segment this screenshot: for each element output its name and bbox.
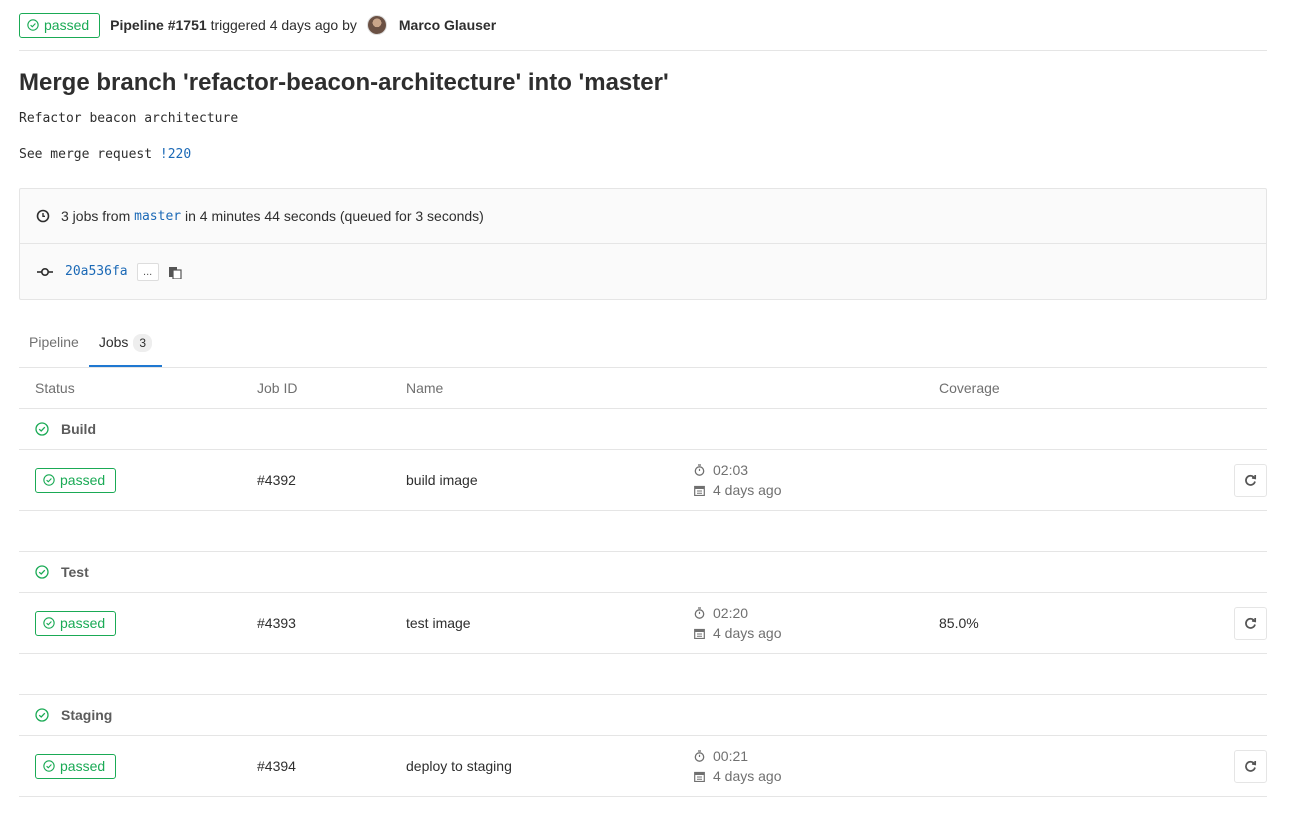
stage-row: Staging <box>19 695 1267 736</box>
commit-title: Merge branch 'refactor-beacon-architectu… <box>19 69 669 96</box>
check-circle-icon <box>35 565 49 579</box>
job-name: test image <box>406 615 471 631</box>
timer-icon <box>694 464 705 476</box>
job-finished: 4 days ago <box>713 768 782 784</box>
stage-test: Test passed #4393 test image 02:20 4 day… <box>19 552 1267 695</box>
calendar-icon <box>694 771 705 782</box>
copy-sha-button[interactable] <box>168 265 193 279</box>
tab-pipeline[interactable]: Pipeline <box>19 328 89 367</box>
clipboard-icon <box>168 266 182 279</box>
pipeline-header: passed Pipeline #1751 triggered 4 days a… <box>19 0 1267 51</box>
retry-button[interactable] <box>1234 749 1267 783</box>
retry-button[interactable] <box>1234 463 1267 497</box>
job-status-badge[interactable]: passed <box>35 610 117 636</box>
job-finished: 4 days ago <box>713 625 782 641</box>
check-circle-icon <box>43 474 55 486</box>
see-mr-text: See merge request <box>19 147 153 162</box>
table-row: passed #4392 build image 02:03 4 days ag… <box>19 450 1267 511</box>
commit-description: Refactor beacon architecture <box>19 111 239 126</box>
clock-icon <box>36 209 50 223</box>
job-id-link[interactable]: #4394 <box>257 758 406 774</box>
job-id-link[interactable]: #4393 <box>257 615 406 631</box>
header-name: Name <box>406 380 444 396</box>
jobs-table-header: Status Job ID Name Coverage <box>19 368 1267 409</box>
commit-icon <box>37 267 53 276</box>
job-timing: 02:20 4 days ago <box>694 603 939 643</box>
author-name[interactable]: Marco Glauser <box>399 17 496 33</box>
timer-icon <box>694 750 705 762</box>
pipeline-status-label: passed <box>44 17 90 33</box>
stage-row: Test <box>19 552 1267 593</box>
duration-text: in 4 minutes 44 seconds (queued for 3 se… <box>185 208 484 224</box>
stage-name: Build <box>61 421 96 437</box>
timer-icon <box>694 607 705 619</box>
retry-icon <box>1245 760 1257 772</box>
pipeline-status-badge[interactable]: passed <box>19 12 101 38</box>
triggered-text: triggered 4 days ago by <box>210 17 357 33</box>
check-circle-icon <box>27 19 39 31</box>
header-status: Status <box>35 380 75 396</box>
job-id-link[interactable]: #4392 <box>257 472 406 488</box>
job-timing: 00:21 4 days ago <box>694 746 939 786</box>
check-circle-icon <box>35 422 49 436</box>
job-duration: 02:03 <box>713 462 749 478</box>
calendar-icon <box>694 485 705 496</box>
jobs-count-badge: 3 <box>133 334 153 352</box>
calendar-icon <box>694 628 705 639</box>
stage-staging: Staging passed #4394 deploy to staging 0… <box>19 695 1267 797</box>
table-row: passed #4393 test image 02:20 4 days ago… <box>19 593 1267 654</box>
commit-sha-row: 20a536fa ... <box>20 243 1266 299</box>
job-status-badge[interactable]: passed <box>35 753 117 779</box>
job-name: deploy to staging <box>406 758 512 774</box>
stage-name: Staging <box>61 707 113 723</box>
table-row: passed #4394 deploy to staging 00:21 4 d… <box>19 736 1267 797</box>
check-circle-icon <box>43 617 55 629</box>
jobs-count-text: 3 jobs from <box>61 208 131 224</box>
header-job-id: Job ID <box>257 380 298 396</box>
job-coverage: 85.0% <box>939 615 979 631</box>
header-coverage: Coverage <box>939 380 1000 396</box>
retry-icon <box>1245 617 1257 629</box>
stage-name: Test <box>61 564 89 580</box>
commit-sha-link[interactable]: 20a536fa <box>65 264 128 279</box>
job-finished: 4 days ago <box>713 482 782 498</box>
branch-link[interactable]: master <box>134 209 181 224</box>
pipeline-info-box: 3 jobs from master in 4 minutes 44 secon… <box>19 188 1267 300</box>
retry-button[interactable] <box>1234 606 1267 640</box>
stage-build: Build passed #4392 build image 02:03 4 d… <box>19 409 1267 552</box>
avatar[interactable] <box>366 15 387 35</box>
job-status-badge[interactable]: passed <box>35 467 117 493</box>
pipeline-id: Pipeline #1751 <box>110 17 207 33</box>
pipeline-page: passed Pipeline #1751 triggered 4 days a… <box>19 0 1267 797</box>
pipeline-tabs: Pipeline Jobs 3 <box>19 328 1267 368</box>
pipeline-summary-row: 3 jobs from master in 4 minutes 44 secon… <box>20 189 1266 243</box>
tab-jobs[interactable]: Jobs 3 <box>88 328 163 367</box>
stage-row: Build <box>19 409 1267 450</box>
merge-request-line: See merge request !220 <box>19 147 1267 162</box>
job-duration: 00:21 <box>713 748 749 764</box>
check-circle-icon <box>43 760 55 772</box>
expand-commit-button[interactable]: ... <box>136 262 159 281</box>
job-timing: 02:03 4 days ago <box>694 460 939 500</box>
merge-request-link[interactable]: !220 <box>160 147 191 162</box>
job-name: build image <box>406 472 478 488</box>
job-duration: 02:20 <box>713 605 749 621</box>
check-circle-icon <box>35 708 49 722</box>
retry-icon <box>1245 474 1257 486</box>
